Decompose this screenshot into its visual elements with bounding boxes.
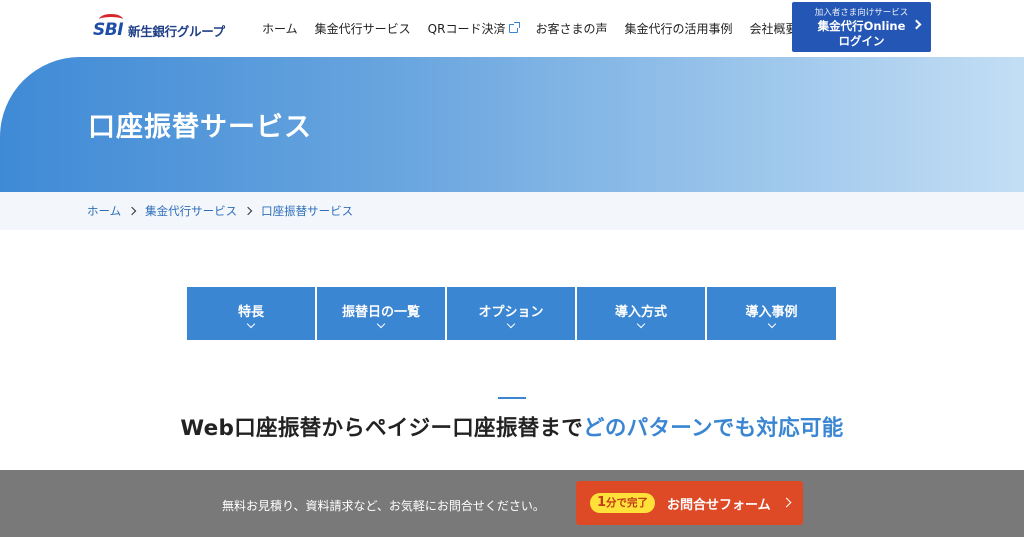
breadcrumb: ホーム 集金代行サービス 口座振替サービス [0,192,1024,230]
section-heading-accent: どのパターンでも対応可能 [583,416,844,441]
section-divider [498,397,526,399]
chevron-right-icon [127,206,137,216]
logo-mark: SBI [93,14,124,40]
nav-customer-voice[interactable]: お客さまの声 [535,20,607,37]
quick-badge: 1分で完了 [590,493,656,513]
nav-label: 会社概要 [749,22,798,36]
chevron-down-icon [246,319,256,329]
nav-label: 集金代行サービス [314,22,411,36]
breadcrumb-collection-service[interactable]: 集金代行サービス [145,203,237,219]
login-line2: ログイン [838,34,885,48]
tab-transfer-dates[interactable]: 振替日の一覧 [317,287,445,340]
cta-button-label: お問合せフォーム [667,498,771,513]
tab-label: オプション [478,305,544,320]
chevron-down-icon [767,319,776,329]
nav-label: ホーム [262,22,298,36]
global-nav: ホーム 集金代行サービス QRコード決済 お客さまの声 集金代行の活用事例 会社… [262,20,815,37]
tab-features[interactable]: 特長 [187,287,315,340]
nav-company[interactable]: 会社概要 [749,20,797,37]
nav-collection-service[interactable]: 集金代行サービス [315,20,411,37]
tab-options[interactable]: オプション [447,287,575,340]
tab-label: 導入事例 [745,305,798,320]
chevron-down-icon [506,319,516,329]
badge-text: 分で完了 [606,497,649,509]
nav-home[interactable]: ホーム [262,20,298,37]
page-title: 口座振替サービス [88,112,312,143]
chevron-right-icon [243,206,253,216]
nav-case-studies[interactable]: 集金代行の活用事例 [624,20,732,37]
tab-label: 導入方式 [614,305,667,320]
tab-label: 特長 [237,305,264,320]
breadcrumb-current[interactable]: 口座振替サービス [261,203,353,219]
chevron-down-icon [376,319,386,329]
login-line1: 集金代行Online [817,19,906,33]
site-header: SBI 新生銀行グループ ホーム 集金代行サービス QRコード決済 お客さまの声… [0,0,1024,57]
section-heading: Web口座振替からペイジー口座振替までどのパターンでも対応可能 [0,411,1024,442]
nav-label: お客さまの声 [535,22,608,36]
chevron-down-icon [636,319,646,329]
contact-form-button[interactable]: 1分で完了 お問合せフォーム [576,481,803,525]
nav-label: 集金代行の活用事例 [624,22,733,36]
page-hero: 口座振替サービス [0,57,1024,192]
cta-message: 無料お見積り、資料請求など、お気軽にお問合せください。 [222,499,545,513]
anchor-tabs: 特長 振替日の一覧 オプション 導入方式 導入事例 [187,287,836,340]
online-login-button[interactable]: 加入者さま向けサービス 集金代行Online ログイン [792,2,931,52]
tab-case-studies[interactable]: 導入事例 [707,287,836,340]
login-sub-label: 加入者さま向けサービス [814,8,909,18]
badge-number: 1 [597,495,607,510]
tab-introduction-method[interactable]: 導入方式 [577,287,705,340]
contact-cta-bar: 無料お見積り、資料請求など、お気軽にお問合せください。 1分で完了 お問合せフォ… [0,470,1024,537]
nav-label: QRコード決済 [427,22,506,36]
section-heading-plain: Web口座振替からペイジー口座振替まで [180,416,584,441]
nav-qr-payment[interactable]: QRコード決済 [427,20,521,37]
external-link-icon [509,22,521,33]
breadcrumb-home[interactable]: ホーム [87,203,121,219]
logo-text: 新生銀行グループ [128,23,225,39]
sbi-logo[interactable]: SBI 新生銀行グループ [93,14,225,42]
chevron-right-icon [781,497,792,508]
tab-label: 振替日の一覧 [341,305,420,320]
